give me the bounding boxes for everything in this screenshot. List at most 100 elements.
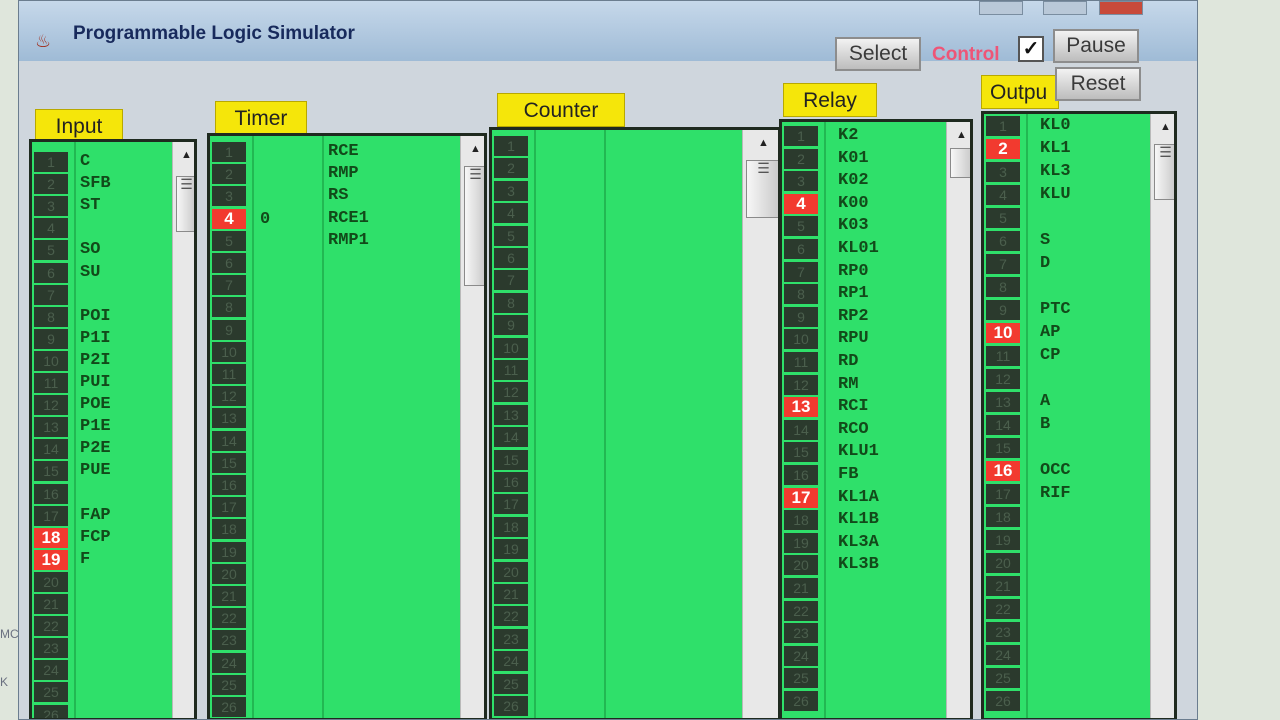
input-scrollbar[interactable]: ▲ ☰: [172, 142, 194, 718]
signal-indicator[interactable]: 12: [986, 369, 1020, 389]
signal-indicator[interactable]: 22: [986, 599, 1020, 619]
pause-button[interactable]: Pause: [1053, 29, 1139, 63]
signal-indicator[interactable]: 23: [212, 630, 246, 651]
output-scrollbar[interactable]: ▲ ☰: [1150, 114, 1174, 718]
control-checkbox[interactable]: ✓: [1018, 36, 1044, 62]
signal-indicator[interactable]: 14: [34, 439, 68, 460]
signal-indicator[interactable]: 4: [986, 185, 1020, 205]
signal-indicator[interactable]: 13: [986, 392, 1020, 412]
signal-indicator[interactable]: 16: [494, 472, 528, 492]
signal-indicator[interactable]: 24: [986, 645, 1020, 665]
scroll-thumb[interactable]: [950, 148, 970, 178]
signal-indicator[interactable]: 26: [34, 704, 68, 718]
signal-indicator[interactable]: 11: [34, 373, 68, 393]
signal-indicator[interactable]: 17: [212, 497, 246, 518]
signal-indicator[interactable]: 10: [784, 329, 818, 350]
signal-indicator[interactable]: 22: [494, 606, 528, 627]
signal-indicator[interactable]: 25: [784, 668, 818, 689]
signal-indicator[interactable]: 12: [212, 386, 246, 407]
signal-indicator[interactable]: 15: [212, 452, 246, 473]
signal-indicator[interactable]: 4: [212, 208, 246, 229]
signal-indicator[interactable]: 7: [212, 275, 246, 296]
signal-indicator[interactable]: 26: [212, 697, 246, 717]
signal-indicator[interactable]: 16: [34, 483, 68, 504]
scroll-thumb[interactable]: ☰: [746, 160, 778, 218]
signal-indicator[interactable]: 15: [494, 449, 528, 470]
signal-indicator[interactable]: 8: [212, 297, 246, 318]
signal-indicator[interactable]: 10: [34, 350, 68, 371]
scroll-thumb[interactable]: ☰: [464, 166, 484, 286]
signal-indicator[interactable]: 14: [784, 419, 818, 440]
signal-indicator[interactable]: 6: [986, 231, 1020, 251]
timer-scrollbar[interactable]: ▲ ☰: [460, 136, 484, 718]
signal-indicator[interactable]: 9: [34, 328, 68, 349]
signal-indicator[interactable]: 1: [494, 136, 528, 156]
signal-indicator[interactable]: 15: [34, 461, 68, 482]
scroll-up-icon[interactable]: ▲: [947, 128, 970, 142]
signal-indicator[interactable]: 23: [494, 628, 528, 649]
signal-indicator[interactable]: 3: [494, 180, 528, 201]
close-icon[interactable]: [1099, 1, 1143, 15]
signal-indicator[interactable]: 6: [34, 262, 68, 283]
signal-indicator[interactable]: 5: [494, 225, 528, 246]
signal-indicator[interactable]: 26: [494, 696, 528, 716]
signal-indicator[interactable]: 17: [494, 494, 528, 515]
signal-indicator[interactable]: 4: [34, 218, 68, 239]
signal-indicator[interactable]: 1: [986, 116, 1020, 136]
signal-indicator[interactable]: 19: [212, 541, 246, 562]
signal-indicator[interactable]: 16: [784, 465, 818, 485]
signal-indicator[interactable]: 21: [494, 584, 528, 604]
signal-indicator[interactable]: 8: [784, 284, 818, 305]
signal-indicator[interactable]: 11: [212, 364, 246, 384]
signal-indicator[interactable]: 21: [212, 586, 246, 606]
signal-indicator[interactable]: 16: [212, 475, 246, 495]
signal-indicator[interactable]: 2: [986, 139, 1020, 159]
signal-indicator[interactable]: 5: [986, 208, 1020, 228]
signal-indicator[interactable]: 1: [784, 126, 818, 146]
signal-indicator[interactable]: 17: [986, 484, 1020, 504]
scroll-thumb[interactable]: ☰: [1154, 144, 1174, 200]
signal-indicator[interactable]: 12: [784, 374, 818, 395]
tab-output[interactable]: Outpu: [981, 75, 1059, 109]
signal-indicator[interactable]: 20: [986, 553, 1020, 573]
signal-indicator[interactable]: 12: [494, 382, 528, 403]
signal-indicator[interactable]: 2: [494, 158, 528, 179]
reset-button[interactable]: Reset: [1055, 67, 1141, 101]
signal-indicator[interactable]: 5: [784, 216, 818, 237]
signal-indicator[interactable]: 26: [986, 691, 1020, 711]
signal-indicator[interactable]: 1: [212, 142, 246, 162]
signal-indicator[interactable]: 10: [212, 341, 246, 362]
signal-indicator[interactable]: 14: [494, 427, 528, 448]
signal-indicator[interactable]: 6: [212, 253, 246, 273]
tab-timer[interactable]: Timer: [215, 101, 307, 135]
maximize-icon[interactable]: [1043, 1, 1087, 15]
signal-indicator[interactable]: 23: [986, 622, 1020, 642]
signal-indicator[interactable]: 22: [212, 608, 246, 629]
signal-indicator[interactable]: 1: [34, 152, 68, 172]
signal-indicator[interactable]: 26: [784, 691, 818, 711]
signal-indicator[interactable]: 14: [212, 430, 246, 451]
signal-indicator[interactable]: 2: [784, 148, 818, 169]
scroll-up-icon[interactable]: ▲: [743, 136, 778, 150]
signal-indicator[interactable]: 20: [212, 563, 246, 584]
signal-indicator[interactable]: 18: [34, 527, 68, 548]
scroll-thumb[interactable]: ☰: [176, 176, 194, 232]
tab-input[interactable]: Input: [35, 109, 123, 143]
signal-indicator[interactable]: 21: [784, 578, 818, 598]
signal-indicator[interactable]: 9: [212, 319, 246, 340]
signal-indicator[interactable]: 8: [986, 277, 1020, 297]
signal-indicator[interactable]: 7: [986, 254, 1020, 274]
signal-indicator[interactable]: 2: [34, 174, 68, 195]
signal-indicator[interactable]: 23: [784, 623, 818, 644]
signal-indicator[interactable]: 15: [784, 442, 818, 463]
signal-indicator[interactable]: 18: [784, 510, 818, 531]
signal-indicator[interactable]: 20: [784, 555, 818, 576]
signal-indicator[interactable]: 9: [986, 300, 1020, 320]
signal-indicator[interactable]: 22: [34, 616, 68, 637]
signal-indicator[interactable]: 25: [212, 674, 246, 695]
signal-indicator[interactable]: 19: [494, 539, 528, 560]
tab-counter[interactable]: Counter: [497, 93, 625, 127]
scroll-up-icon[interactable]: ▲: [173, 148, 194, 162]
signal-indicator[interactable]: 7: [494, 270, 528, 291]
signal-indicator[interactable]: 9: [494, 315, 528, 336]
